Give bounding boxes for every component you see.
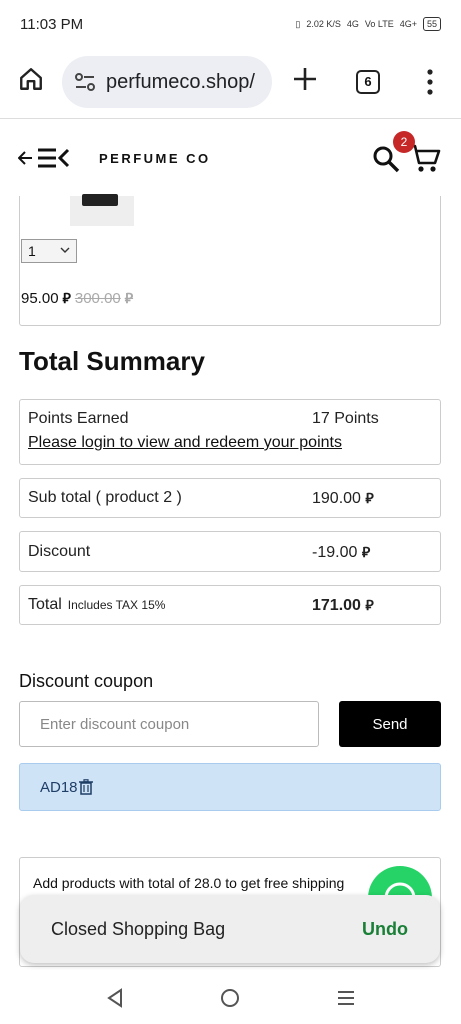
browser-toolbar: perfumeco.shop/ 6: [0, 52, 461, 112]
send-coupon-button[interactable]: Send: [339, 701, 441, 747]
coupon-input[interactable]: [19, 701, 319, 747]
snackbar: Closed Shopping Bag Undo: [20, 895, 440, 963]
home-icon[interactable]: [18, 66, 44, 92]
status-time: 11:03 PM: [20, 15, 84, 33]
system-nav-bar: [0, 970, 461, 1024]
quantity-value: 1: [28, 243, 36, 259]
nav-home-icon[interactable]: [220, 988, 240, 1008]
price-row: 95.00 ⃁ 300.00 ⃁: [21, 289, 133, 307]
summary-title: Total Summary: [19, 346, 205, 376]
product-bottle-shape: [82, 194, 118, 206]
more-vert-icon[interactable]: [425, 68, 435, 96]
site-settings-icon[interactable]: [74, 72, 96, 92]
total-label: Total: [28, 596, 62, 613]
points-label: Points Earned: [28, 410, 129, 427]
undo-button[interactable]: Undo: [362, 919, 408, 940]
product-price: 95.00: [21, 289, 59, 307]
free-shipping-message: Add products with total of 28.0 to get f…: [33, 875, 345, 891]
trash-icon[interactable]: [79, 779, 93, 795]
total-value: 171.00: [312, 597, 361, 614]
quantity-select[interactable]: 1: [21, 239, 77, 263]
coupon-title: Discount coupon: [19, 671, 154, 691]
subtotal-label: Sub total ( product 2 ): [28, 489, 182, 506]
nav-back-icon[interactable]: [106, 988, 124, 1008]
discount-box: Discount -19.00 ⃁: [19, 531, 441, 572]
applied-coupon: AD18: [19, 763, 441, 811]
discount-label: Discount: [28, 543, 91, 560]
total-value-row: 171.00 ⃁: [312, 596, 374, 615]
discount-value: -19.00: [312, 544, 358, 561]
network-volte: Vo LTE: [364, 19, 394, 29]
applied-coupon-code: AD18: [40, 779, 78, 796]
total-box: Total Includes TAX 15% 171.00 ⃁: [19, 585, 441, 625]
new-tab-icon[interactable]: [290, 64, 320, 94]
total-label-row: Total Includes TAX 15%: [28, 596, 165, 614]
riyal-icon: ⃁: [365, 597, 374, 613]
url-text: perfumeco.shop/: [106, 70, 255, 93]
chevron-down-icon: [60, 247, 70, 253]
network-4g: 4G: [346, 19, 359, 29]
riyal-icon: ⃁: [361, 544, 371, 560]
site-header: PERFUME CO 2: [0, 119, 461, 197]
status-bar: 11:03 PM ▯ 2.02 K/S 4G Vo LTE 4G+ 55: [0, 0, 461, 48]
product-card: 1 95.00 ⃁ 300.00 ⃁: [19, 194, 441, 326]
brand-logo[interactable]: PERFUME CO: [99, 151, 211, 166]
product-image[interactable]: [70, 194, 134, 226]
subtotal-box: Sub total ( product 2 ) 190.00 ⃁: [19, 478, 441, 518]
snackbar-message: Closed Shopping Bag: [51, 919, 226, 939]
menu-back-icon[interactable]: [18, 147, 70, 169]
subtotal-value: 190.00: [312, 490, 361, 507]
points-value: 17 Points: [312, 410, 379, 427]
address-bar[interactable]: perfumeco.shop/: [62, 56, 272, 108]
network-4g-plus: 4G+: [399, 19, 417, 29]
network-speed: 2.02 K/S: [306, 19, 341, 29]
status-icons: ▯ 2.02 K/S 4G Vo LTE 4G+ 55: [295, 17, 441, 31]
riyal-icon: ⃁: [365, 490, 374, 506]
riyal-icon: ⃁: [62, 290, 71, 306]
nav-recents-icon[interactable]: [336, 988, 356, 1008]
cart-icon[interactable]: [409, 143, 441, 173]
battery-icon: 55: [422, 17, 441, 31]
product-old-price: 300.00: [74, 289, 121, 307]
points-box: Points Earned 17 Points Please login to …: [19, 399, 441, 465]
discount-value-row: -19.00 ⃁: [312, 543, 370, 562]
tax-note: Includes TAX 15%: [67, 598, 166, 612]
vibrate-icon: ▯: [295, 18, 301, 29]
subtotal-value-row: 190.00 ⃁: [312, 489, 374, 508]
tab-switcher-button[interactable]: 6: [356, 70, 380, 94]
riyal-icon: ⃁: [124, 290, 134, 306]
login-link[interactable]: Please login to view and redeem your poi…: [28, 434, 342, 452]
cart-count-badge: 2: [393, 131, 415, 153]
